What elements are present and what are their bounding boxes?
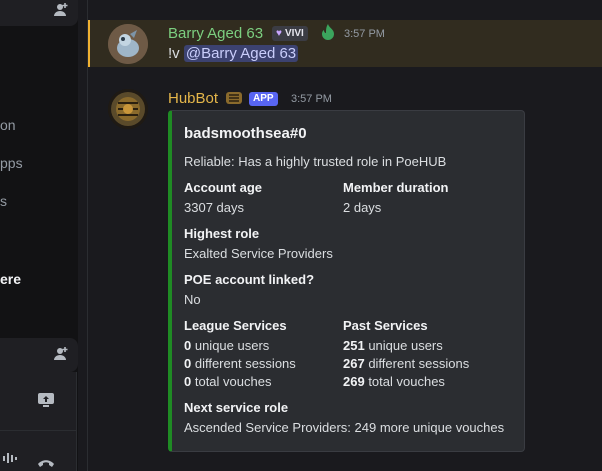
guild-badge-icon	[225, 90, 243, 109]
field-value: 0 total vouches	[184, 374, 271, 389]
guild-tag-label: VIVI	[284, 28, 304, 39]
avatar[interactable]	[108, 24, 148, 64]
stat-text: unique users	[364, 338, 443, 353]
screen-share-icon[interactable]	[37, 391, 55, 412]
sound-wave-icon	[2, 450, 18, 469]
sidebar-item-fragment[interactable]: ere	[0, 271, 21, 287]
fire-icon	[321, 24, 335, 43]
stat-number: 269	[343, 374, 365, 389]
message-timestamp[interactable]: 3:57 PM	[291, 93, 332, 105]
avatar[interactable]	[108, 89, 148, 129]
sidebar-item-fragment[interactable]: on	[0, 117, 16, 133]
stat-text: total vouches	[364, 374, 445, 389]
stat-text: different sessions	[191, 356, 296, 371]
message-content: !v @Barry Aged 63	[168, 45, 299, 62]
field-value: No	[184, 292, 201, 307]
stat-text: different sessions	[364, 356, 470, 371]
add-member-icon[interactable]	[53, 2, 69, 21]
sidebar-item-fragment[interactable]: pps	[0, 155, 23, 171]
field-value: Exalted Service Providers	[184, 246, 333, 261]
message-author[interactable]: HubBot	[168, 90, 218, 107]
stat-number: 251	[343, 338, 365, 353]
field-value: 269 total vouches	[343, 374, 445, 389]
sidebar-divider	[87, 0, 88, 471]
field-label: POE account linked?	[184, 272, 315, 287]
embed-title: badsmoothsea#0	[184, 125, 307, 142]
field-value: 251 unique users	[343, 338, 443, 353]
stat-number: 267	[343, 356, 365, 371]
disconnect-call-icon[interactable]	[37, 455, 55, 471]
field-value: 0 different sessions	[184, 356, 296, 371]
field-label: League Services	[184, 318, 287, 333]
guild-tag[interactable]: ♥ VIVI	[272, 26, 308, 41]
message-timestamp[interactable]: 3:57 PM	[344, 28, 385, 40]
field-value: 0 unique users	[184, 338, 269, 353]
embed-description: Reliable: Has a highly trusted role in P…	[184, 154, 447, 169]
field-label: Past Services	[343, 318, 428, 333]
add-member-icon[interactable]	[53, 346, 69, 365]
field-label: Account age	[184, 180, 263, 195]
field-value: 2 days	[343, 200, 382, 215]
heart-icon: ♥	[276, 28, 282, 39]
field-value: Ascended Service Providers: 249 more uni…	[184, 420, 505, 435]
field-value: 3307 days	[184, 200, 244, 215]
field-label: Highest role	[184, 226, 260, 241]
stat-text: unique users	[191, 338, 270, 353]
app-badge: APP	[249, 92, 278, 106]
user-mention[interactable]: @Barry Aged 63	[183, 45, 299, 62]
field-label: Member duration	[343, 180, 449, 195]
command-text: !v	[168, 45, 180, 62]
message-author[interactable]: Barry Aged 63	[168, 25, 263, 42]
field-label: Next service role	[184, 400, 289, 415]
panel-divider	[0, 430, 76, 431]
field-value: 267 different sessions	[343, 356, 469, 371]
sidebar-item-fragment[interactable]: s	[0, 193, 7, 209]
stat-text: total vouches	[191, 374, 272, 389]
